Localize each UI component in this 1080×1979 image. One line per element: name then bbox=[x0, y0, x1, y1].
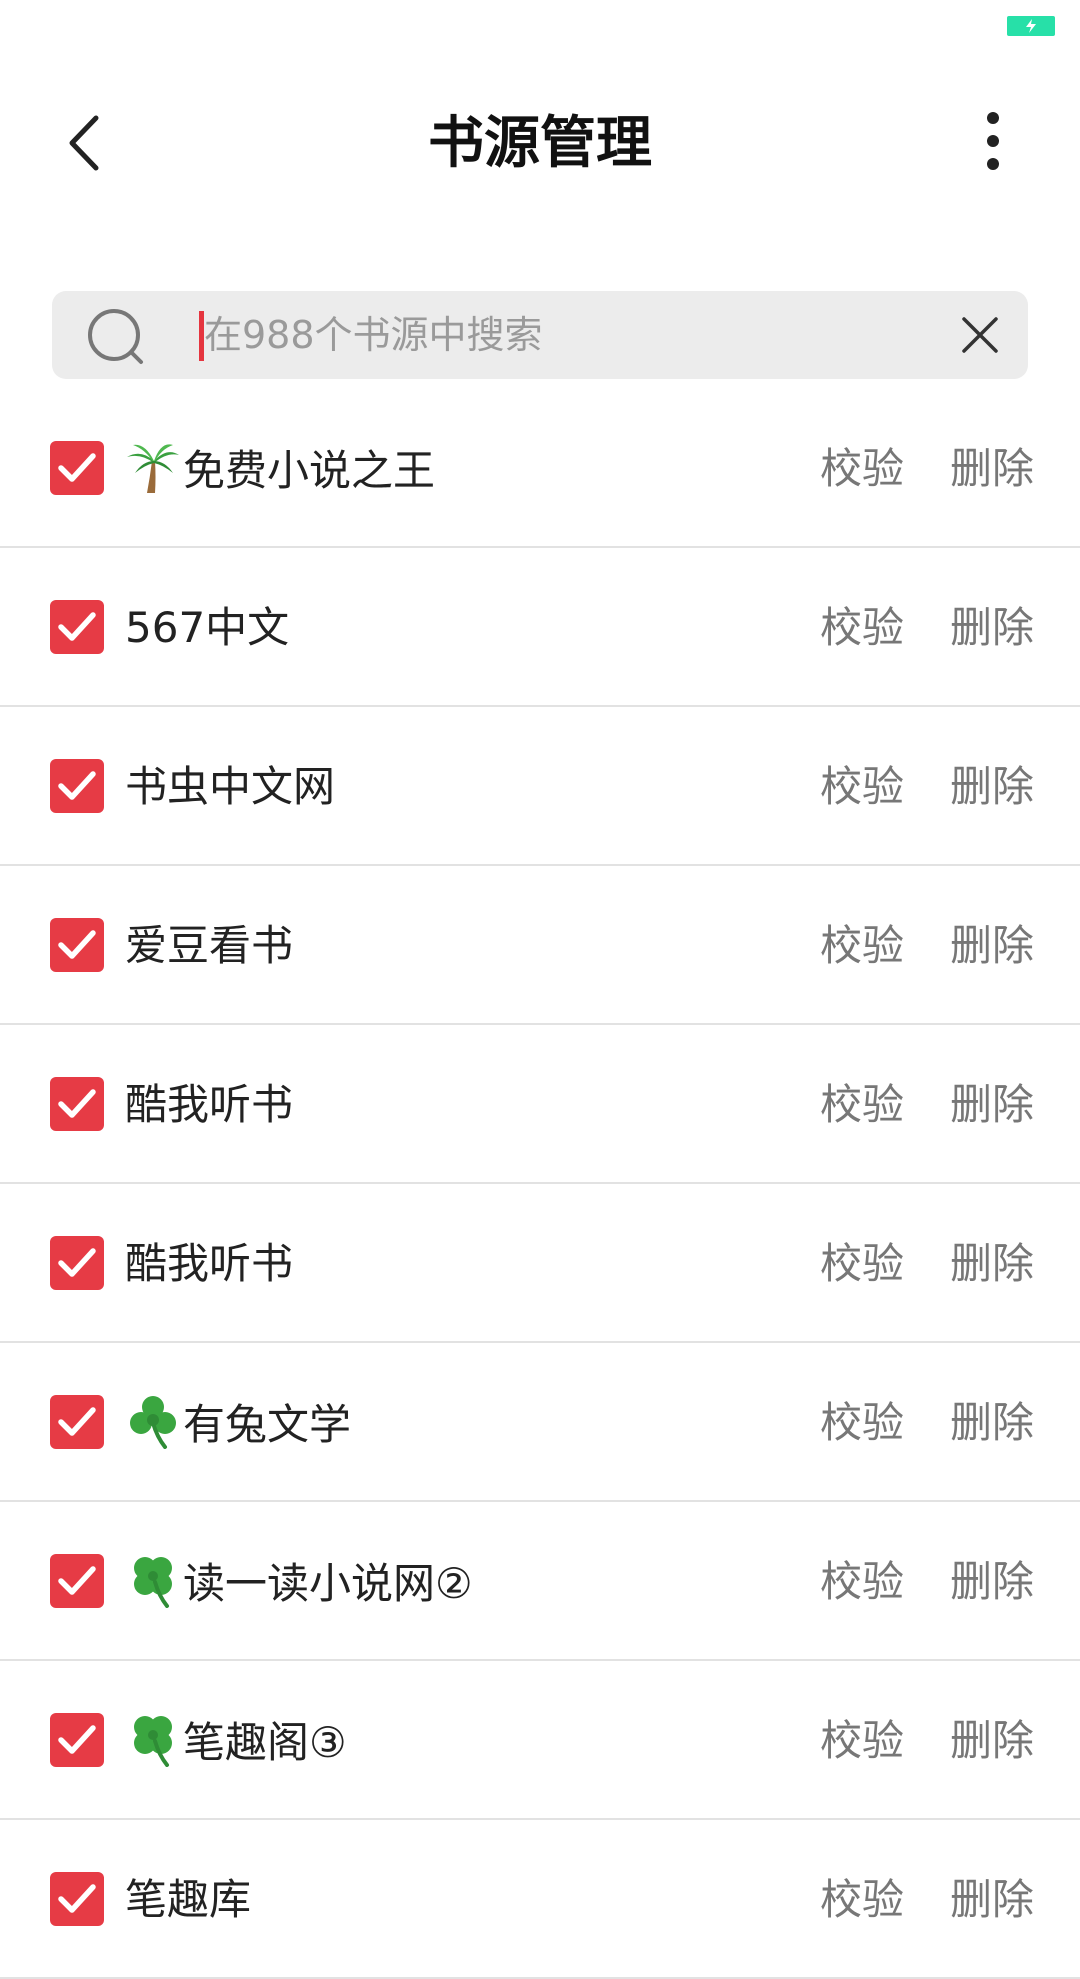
source-name: 爱豆看书 bbox=[125, 921, 294, 970]
verify-button[interactable]: 校验 bbox=[820, 439, 904, 499]
checkmark-icon bbox=[58, 1566, 96, 1595]
delete-button[interactable]: 删除 bbox=[950, 1075, 1034, 1135]
delete-button[interactable]: 删除 bbox=[950, 1870, 1034, 1930]
verify-button[interactable]: 校验 bbox=[820, 1870, 904, 1930]
source-checkbox[interactable] bbox=[50, 1554, 104, 1608]
source-label: 酷我听书 bbox=[125, 1234, 293, 1294]
source-row: 免费小说之王 校验 删除 bbox=[0, 389, 1080, 548]
delete-button[interactable]: 删除 bbox=[950, 1552, 1034, 1612]
source-checkbox[interactable] bbox=[50, 1236, 104, 1290]
source-name: 酷我听书 bbox=[125, 1239, 294, 1288]
source-label: 笔趣库 bbox=[125, 1870, 251, 1930]
source-name: 书虫中文网 bbox=[125, 762, 336, 811]
page-title: 书源管理 bbox=[428, 111, 652, 176]
checkmark-icon bbox=[58, 612, 96, 641]
delete-button[interactable]: 删除 bbox=[950, 916, 1034, 976]
source-name: 笔趣库 bbox=[125, 1875, 252, 1924]
source-row: 567中文 校验 删除 bbox=[0, 548, 1080, 707]
delete-button[interactable]: 删除 bbox=[950, 1711, 1034, 1771]
search-bar bbox=[52, 291, 1028, 379]
clear-search-button[interactable] bbox=[954, 309, 1006, 361]
verify-button[interactable]: 校验 bbox=[820, 1711, 904, 1771]
checkmark-icon bbox=[58, 771, 96, 800]
source-checkbox[interactable] bbox=[50, 600, 104, 654]
source-label: 读一读小说网② bbox=[125, 1552, 473, 1614]
verify-button[interactable]: 校验 bbox=[820, 916, 904, 976]
checkmark-icon bbox=[58, 1407, 96, 1436]
source-row: 酷我听书 校验 删除 bbox=[0, 1184, 1080, 1343]
delete-button[interactable]: 删除 bbox=[950, 1393, 1034, 1453]
book-source-list: 免费小说之王 校验 删除 567中文 校验 删除 书虫中文网 校验 删除 爱豆看… bbox=[0, 389, 1080, 1979]
source-checkbox[interactable] bbox=[50, 918, 104, 972]
source-name: 读一读小说网② bbox=[183, 1559, 473, 1608]
source-label: 免费小说之王 bbox=[125, 439, 435, 501]
source-checkbox[interactable] bbox=[50, 759, 104, 813]
app-header: 书源管理 bbox=[0, 60, 1080, 220]
source-row: 爱豆看书 校验 删除 bbox=[0, 866, 1080, 1025]
verify-button[interactable]: 校验 bbox=[820, 1552, 904, 1612]
verify-button[interactable]: 校验 bbox=[820, 1075, 904, 1135]
delete-button[interactable]: 删除 bbox=[950, 439, 1034, 499]
four-leaf-clover-icon bbox=[125, 1711, 181, 1767]
checkmark-icon bbox=[58, 1248, 96, 1277]
source-row: 酷我听书 校验 删除 bbox=[0, 1025, 1080, 1184]
palm-tree-icon bbox=[125, 439, 181, 495]
source-checkbox[interactable] bbox=[50, 441, 104, 495]
source-row: 书虫中文网 校验 删除 bbox=[0, 707, 1080, 866]
source-name: 有兔文学 bbox=[183, 1400, 352, 1449]
source-row: 有兔文学 校验 删除 bbox=[0, 1343, 1080, 1502]
close-icon bbox=[962, 317, 998, 353]
battery-charging-icon bbox=[1007, 16, 1055, 36]
delete-button[interactable]: 删除 bbox=[950, 598, 1034, 658]
source-row: 笔趣阁③ 校验 删除 bbox=[0, 1661, 1080, 1820]
more-options-button[interactable] bbox=[960, 108, 1030, 178]
verify-button[interactable]: 校验 bbox=[820, 757, 904, 817]
source-checkbox[interactable] bbox=[50, 1395, 104, 1449]
delete-button[interactable]: 删除 bbox=[950, 1234, 1034, 1294]
source-row: 读一读小说网② 校验 删除 bbox=[0, 1502, 1080, 1661]
search-icon bbox=[88, 309, 143, 364]
verify-button[interactable]: 校验 bbox=[820, 1393, 904, 1453]
verify-button[interactable]: 校验 bbox=[820, 1234, 904, 1294]
checkmark-icon bbox=[58, 453, 96, 482]
four-leaf-clover-icon bbox=[125, 1552, 181, 1608]
source-label: 567中文 bbox=[125, 598, 289, 658]
source-name: 笔趣阁③ bbox=[183, 1718, 347, 1767]
source-label: 笔趣阁③ bbox=[125, 1711, 347, 1773]
source-name: 酷我听书 bbox=[125, 1080, 294, 1129]
checkmark-icon bbox=[58, 1725, 96, 1754]
delete-button[interactable]: 删除 bbox=[950, 757, 1034, 817]
verify-button[interactable]: 校验 bbox=[820, 598, 904, 658]
source-name: 567中文 bbox=[125, 603, 290, 652]
source-label: 书虫中文网 bbox=[125, 757, 335, 817]
source-row: 笔趣库 校验 删除 bbox=[0, 1820, 1080, 1979]
source-label: 爱豆看书 bbox=[125, 916, 293, 976]
checkmark-icon bbox=[58, 930, 96, 959]
more-vertical-icon bbox=[987, 112, 999, 170]
search-input[interactable] bbox=[204, 291, 964, 379]
checkmark-icon bbox=[58, 1884, 96, 1913]
source-label: 酷我听书 bbox=[125, 1075, 293, 1135]
source-checkbox[interactable] bbox=[50, 1077, 104, 1131]
shamrock-icon bbox=[125, 1393, 181, 1449]
checkmark-icon bbox=[58, 1089, 96, 1118]
source-checkbox[interactable] bbox=[50, 1713, 104, 1767]
source-name: 免费小说之王 bbox=[183, 446, 436, 495]
status-bar bbox=[0, 0, 1080, 60]
source-label: 有兔文学 bbox=[125, 1393, 351, 1455]
source-checkbox[interactable] bbox=[50, 1872, 104, 1926]
